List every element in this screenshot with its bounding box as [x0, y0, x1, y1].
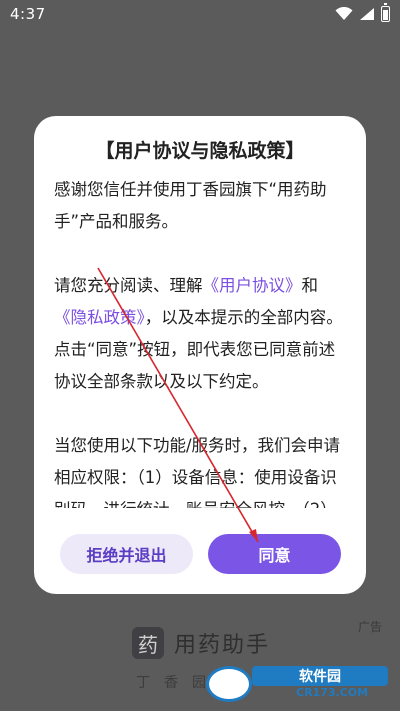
- brand-logo-icon: 药: [132, 627, 164, 659]
- status-time: 4:37: [10, 5, 46, 23]
- status-icons: [335, 3, 390, 22]
- signal-icon: [360, 8, 374, 20]
- dialog-body[interactable]: 感谢您信任并使用丁香园旗下“用药助手”产品和服务。 请您充分阅读、理解《用户协议…: [54, 174, 350, 508]
- status-bar: 4:37: [0, 0, 400, 28]
- privacy-policy-link[interactable]: 《隐私政策》: [54, 308, 145, 327]
- dialog-button-row: 拒绝并退出 同意: [58, 534, 342, 574]
- watermark-site-url: CR173.COM: [296, 686, 369, 699]
- dialog-title: 【用户协议与隐私政策】: [95, 140, 305, 162]
- brand-name: 用药助手: [174, 633, 271, 658]
- agreement-dialog: 【用户协议与隐私政策】 感谢您信任并使用丁香园旗下“用药助手”产品和服务。 请您…: [34, 116, 366, 594]
- intro-paragraph: 感谢您信任并使用丁香园旗下“用药助手”产品和服务。: [54, 180, 327, 231]
- site-watermark: 软件园 CR173.COM: [206, 664, 390, 704]
- watermark-site-name: 软件园: [252, 666, 388, 686]
- permissions-paragraph: 当您使用以下功能/服务时，我们会申请相应权限：（1）设备信息：使用设备识别码，进…: [54, 436, 341, 508]
- ad-label: 广告: [357, 620, 382, 634]
- battery-icon: [381, 3, 390, 22]
- consent-paragraph: 请您充分阅读、理解《用户协议》和《隐私政策》，以及本提示的全部内容。点击“同意”…: [54, 270, 350, 398]
- consent-text-and: 和: [301, 276, 319, 295]
- wifi-icon: [335, 7, 353, 20]
- agree-button[interactable]: 同意: [208, 534, 341, 574]
- watermark-logo-icon: [206, 666, 252, 702]
- consent-text-prefix: 请您充分阅读、理解: [54, 276, 203, 295]
- user-agreement-link[interactable]: 《用户协议》: [203, 276, 302, 295]
- brand-row: 药 用药助手: [132, 627, 270, 659]
- reject-and-exit-button[interactable]: 拒绝并退出: [60, 534, 193, 574]
